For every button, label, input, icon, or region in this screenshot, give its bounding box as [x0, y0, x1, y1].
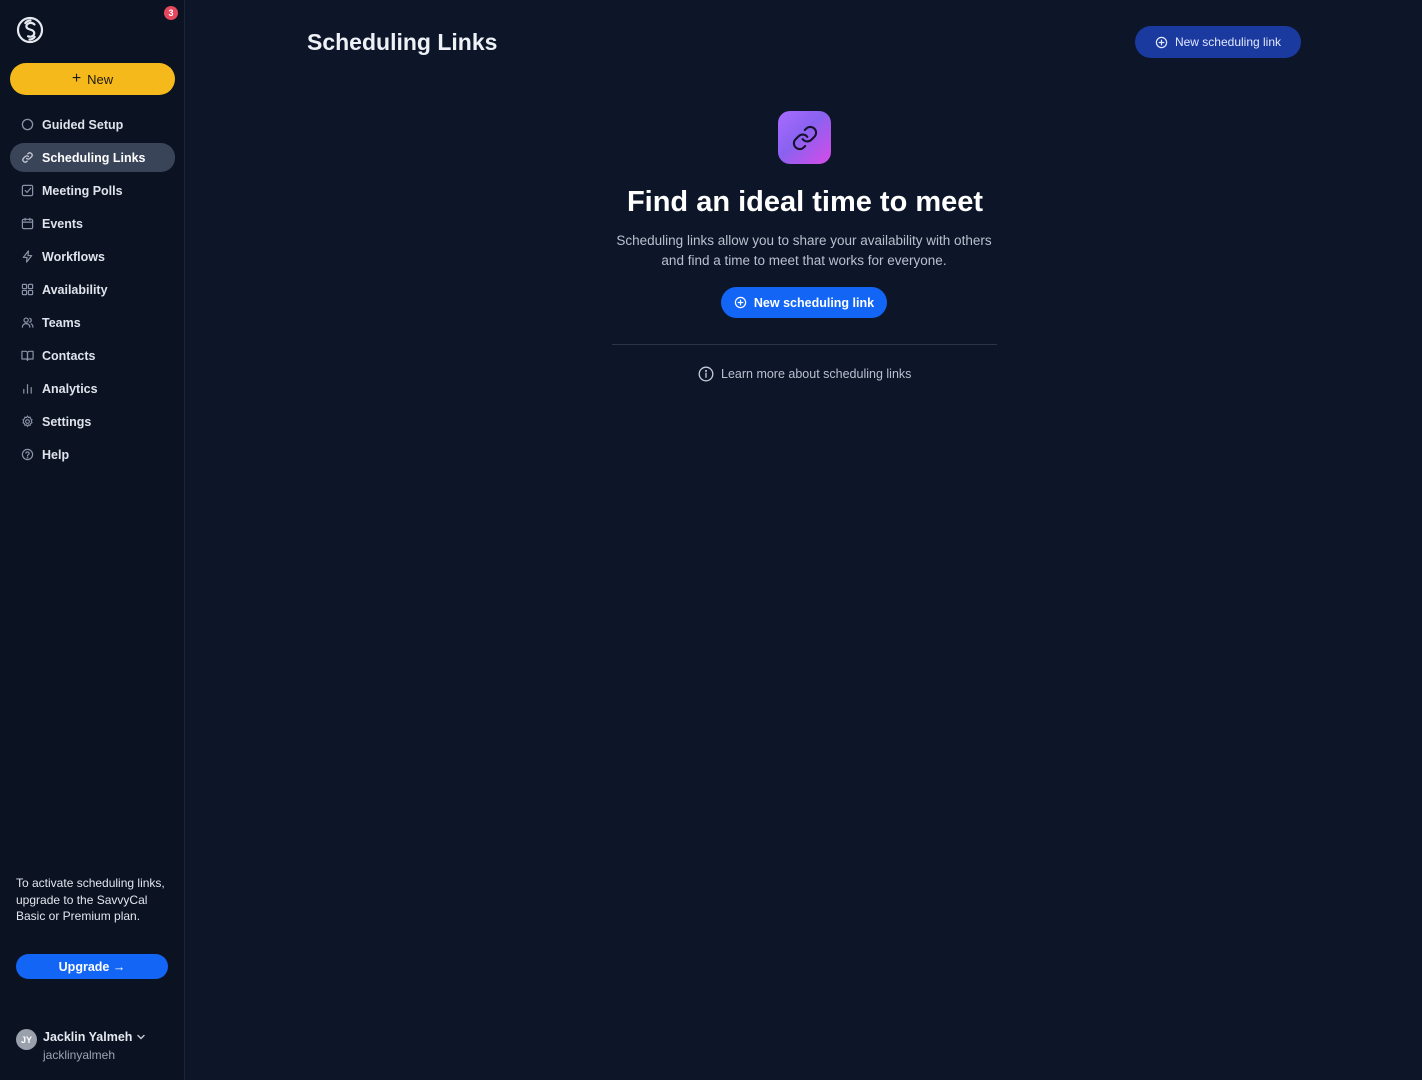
grid-icon	[20, 283, 34, 297]
upgrade-button[interactable]: Upgrade →	[16, 954, 168, 979]
sidebar-item-label: Availability	[42, 282, 108, 297]
gear-icon	[20, 415, 34, 429]
info-icon	[698, 366, 714, 382]
plus-circle-icon	[734, 296, 747, 309]
sidebar-item-teams[interactable]: Teams	[10, 308, 175, 337]
sidebar-item-events[interactable]: Events	[10, 209, 175, 238]
learn-more-label: Learn more about scheduling links	[721, 367, 912, 381]
sidebar-item-guided-setup[interactable]: Guided Setup	[10, 110, 175, 139]
calendar-icon	[20, 217, 34, 231]
sidebar-item-settings[interactable]: Settings	[10, 407, 175, 436]
page-title: Scheduling Links	[307, 29, 498, 55]
learn-more-link[interactable]: Learn more about scheduling links	[698, 365, 911, 383]
divider	[612, 344, 997, 345]
plus-icon: +	[71, 70, 82, 87]
plus-circle-icon	[1155, 36, 1168, 49]
user-handle: jacklinyalmeh	[43, 1048, 116, 1062]
sidebar-item-label: Meeting Polls	[42, 183, 123, 198]
sidebar: 3 + New Guided Setup Scheduling Links Me…	[0, 0, 185, 1080]
sidebar-item-label: Analytics	[42, 381, 98, 396]
sidebar-item-label: Events	[42, 216, 83, 231]
new-scheduling-link-button[interactable]: New scheduling link	[721, 287, 887, 318]
sidebar-item-meeting-polls[interactable]: Meeting Polls	[10, 176, 175, 205]
empty-state-heading: Find an ideal time to meet	[626, 186, 984, 218]
sidebar-item-label: Help	[42, 447, 70, 462]
users-icon	[20, 316, 34, 330]
circle-icon	[20, 118, 34, 132]
sidebar-item-availability[interactable]: Availability	[10, 275, 175, 304]
sidebar-item-label: Scheduling Links	[42, 150, 146, 165]
sidebar-item-contacts[interactable]: Contacts	[10, 341, 175, 370]
savvycal-logo-icon[interactable]	[15, 15, 45, 45]
avatar: JY	[16, 1029, 37, 1050]
question-icon	[20, 448, 34, 462]
bolt-icon	[20, 250, 34, 264]
empty-state-description: Scheduling links allow you to share your…	[616, 233, 992, 268]
link-icon	[778, 111, 831, 164]
checkbox-icon	[20, 184, 34, 198]
sidebar-item-label: Contacts	[42, 348, 96, 363]
button-label: New scheduling link	[1174, 35, 1282, 49]
sidebar-nav: Guided Setup Scheduling Links Meeting Po…	[10, 110, 175, 473]
sidebar-item-help[interactable]: Help	[10, 440, 175, 469]
sidebar-item-analytics[interactable]: Analytics	[10, 374, 175, 403]
chevron-down-icon[interactable]	[135, 1030, 147, 1042]
link-icon	[20, 151, 34, 165]
bar-chart-icon	[20, 382, 34, 396]
sidebar-item-workflows[interactable]: Workflows	[10, 242, 175, 271]
user-menu[interactable]: JY Jacklin Yalmeh jacklinyalmeh	[16, 1027, 176, 1067]
sidebar-item-label: Workflows	[42, 249, 105, 264]
notification-badge[interactable]: 3	[164, 6, 178, 20]
book-icon	[20, 349, 34, 363]
sidebar-item-scheduling-links[interactable]: Scheduling Links	[10, 143, 175, 172]
new-button-label: New	[87, 71, 114, 87]
button-label: New scheduling link	[753, 295, 875, 310]
sidebar-item-label: Guided Setup	[42, 117, 124, 132]
new-scheduling-link-button-top[interactable]: New scheduling link	[1135, 26, 1301, 58]
new-button[interactable]: + New	[10, 63, 175, 95]
sidebar-item-label: Settings	[42, 414, 92, 429]
upgrade-message: To activate scheduling links, upgrade to…	[16, 876, 165, 923]
user-name: Jacklin Yalmeh	[43, 1030, 133, 1044]
sidebar-item-label: Teams	[42, 315, 81, 330]
